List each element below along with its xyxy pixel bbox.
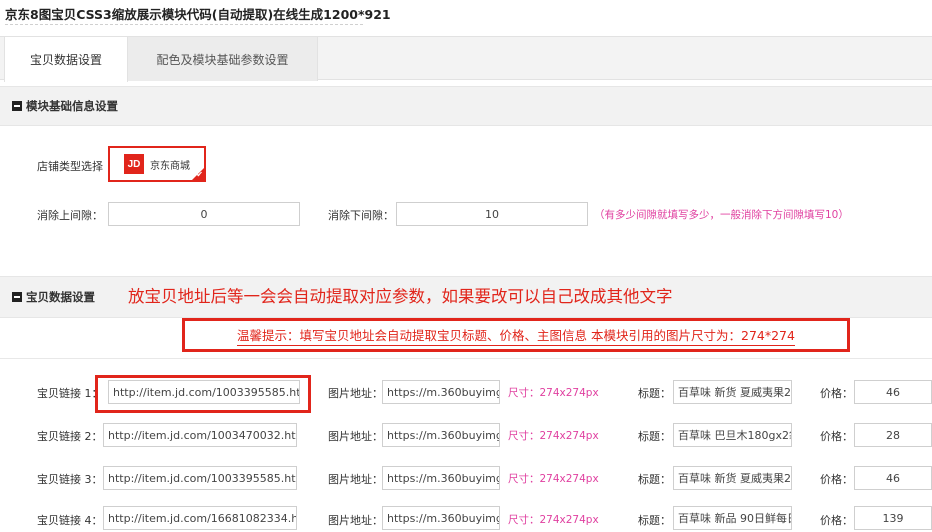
divider [0, 358, 932, 359]
size-hint-4: 尺寸：274x274px [508, 514, 599, 526]
title-label-2: 标题： [638, 430, 671, 443]
tab-color-settings-label: 配色及模块基础参数设置 [156, 52, 289, 67]
price-input-1[interactable]: 46 [854, 380, 932, 404]
img-url-input-1[interactable]: https://m.360buyimg.com [382, 380, 500, 404]
img-label-2: 图片地址： [328, 430, 383, 443]
title-label-4: 标题： [638, 514, 671, 527]
section-items-title: 宝贝数据设置 [26, 290, 95, 304]
top-gap-label: 消除上间隙： [37, 209, 103, 222]
price-label-3: 价格： [820, 473, 853, 486]
title-divider [5, 24, 363, 25]
title-input-1[interactable]: 百草味 新货 夏威夷果20 [673, 380, 792, 404]
section-basic-title: 模块基础信息设置 [26, 99, 118, 113]
section-basic-header[interactable]: 模块基础信息设置 [0, 86, 932, 126]
auto-extract-notice: 放宝贝地址后等一会会自动提取对应参数，如果要改可以自己改成其他文字 [128, 287, 673, 306]
title-input-3[interactable]: 百草味 新货 夏威夷果20 [673, 466, 792, 490]
title-label-1: 标题： [638, 387, 671, 400]
img-label-3: 图片地址： [328, 473, 383, 486]
link-label-1: 宝贝链接 1： [37, 387, 103, 400]
size-hint-3: 尺寸：274x274px [508, 473, 599, 485]
item-url-input-2[interactable]: http://item.jd.com/1003470032.html [103, 423, 297, 447]
link-label-3: 宝贝链接 3： [37, 473, 103, 486]
tip-box: 温馨提示：填写宝贝地址会自动提取宝贝标题、价格、主图信息 本模块引用的图片尺寸为… [182, 318, 850, 352]
gap-hint: （有多少间隙就填写多少，一般消除下方间隙填写10） [594, 209, 849, 221]
tab-bar: 宝贝数据设置 配色及模块基础参数设置 [0, 36, 932, 82]
link-label-4: 宝贝链接 4： [37, 514, 103, 527]
collapse-icon[interactable] [12, 292, 22, 302]
top-gap-input[interactable]: 0 [108, 202, 300, 226]
price-input-4[interactable]: 139 [854, 506, 932, 530]
tab-color-settings[interactable]: 配色及模块基础参数设置 [128, 37, 318, 81]
store-type-label: 店铺类型选择 [37, 160, 103, 173]
tip-text: 温馨提示：填写宝贝地址会自动提取宝贝标题、价格、主图信息 本模块引用的图片尺寸为… [237, 325, 795, 346]
bottom-gap-input[interactable]: 10 [396, 202, 588, 226]
title-input-2[interactable]: 百草味 巴旦木180gx2袋 [673, 423, 792, 447]
price-input-2[interactable]: 28 [854, 423, 932, 447]
size-hint-2: 尺寸：274x274px [508, 430, 599, 442]
price-label-4: 价格： [820, 514, 853, 527]
store-option-name: 京东商城 [150, 160, 190, 172]
img-label-1: 图片地址： [328, 387, 383, 400]
img-url-input-3[interactable]: https://m.360buyimg.com [382, 466, 500, 490]
collapse-icon[interactable] [12, 101, 22, 111]
tab-item-data[interactable]: 宝贝数据设置 [4, 37, 128, 82]
title-label-3: 标题： [638, 473, 671, 486]
link-label-2: 宝贝链接 2： [37, 430, 103, 443]
store-option-jd[interactable]: JD 京东商城 ✔ [108, 146, 206, 182]
img-url-input-4[interactable]: https://m.360buyimg.com [382, 506, 500, 530]
item-url-input-4[interactable]: http://item.jd.com/16681082334.html [103, 506, 297, 530]
jd-logo-icon: JD [124, 154, 144, 174]
price-label-2: 价格： [820, 430, 853, 443]
item-url-input-3[interactable]: http://item.jd.com/1003395585.html [103, 466, 297, 490]
title-input-4[interactable]: 百草味 新品 90日鲜每日 [673, 506, 792, 530]
item-url-input-1[interactable]: http://item.jd.com/1003395585.html [108, 380, 300, 404]
checkmark-icon: ✔ [196, 170, 203, 179]
price-label-1: 价格： [820, 387, 853, 400]
tab-item-data-label: 宝贝数据设置 [29, 53, 102, 67]
img-label-4: 图片地址： [328, 514, 383, 527]
size-hint-1: 尺寸：274x274px [508, 387, 599, 399]
price-input-3[interactable]: 46 [854, 466, 932, 490]
img-url-input-2[interactable]: https://m.360buyimg.com [382, 423, 500, 447]
bottom-gap-label: 消除下间隙： [328, 209, 394, 222]
